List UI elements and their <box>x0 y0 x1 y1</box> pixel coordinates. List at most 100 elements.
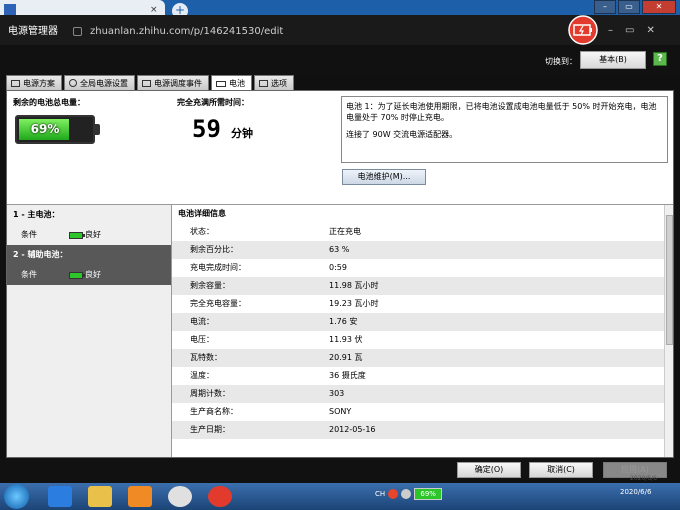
page-icon <box>11 79 20 87</box>
help-icon[interactable]: ? <box>653 52 667 66</box>
tray-icon-s[interactable] <box>388 489 399 499</box>
gear-icon <box>69 79 77 87</box>
detail-key: 生产日期： <box>190 425 230 434</box>
detail-value: 11.93 伏 <box>329 335 363 344</box>
tab-label: 电源方案 <box>23 78 55 88</box>
tab-label: 电池 <box>229 79 245 88</box>
battery-gauge-nub <box>95 124 100 135</box>
tray-battery-indicator[interactable]: 69% <box>414 488 443 500</box>
power-manager-window: 电源管理器 zhuanlan.zhihu.com/p/146241530/edi… <box>0 15 680 483</box>
app-minimize-button[interactable]: – <box>608 25 613 36</box>
detail-row: 电流： 1.76 安 <box>172 313 673 331</box>
condition-status: 良好 <box>85 270 101 279</box>
detail-key: 状态： <box>190 227 214 236</box>
address-url[interactable]: zhuanlan.zhihu.com/p/146241530/edit <box>90 26 283 37</box>
maximize-button[interactable]: ▭ <box>618 0 640 14</box>
power-manager-taskbar-icon[interactable] <box>208 486 232 507</box>
detail-row: 剩余容量： 11.98 瓦小时 <box>172 277 673 295</box>
language-indicator[interactable]: CH <box>375 490 385 498</box>
detail-key: 瓦特数： <box>190 353 222 362</box>
battery-info-box: 电池 1：为了延长电池使用期限，已将电池设置成电池电量低于 50% 时开始充电，… <box>341 96 668 163</box>
info-adapter: 连接了 90W 交流电源适配器。 <box>346 130 458 139</box>
taskbar: CH 69% 2020/6/6 <box>0 483 680 510</box>
battery-status-icon <box>69 271 85 279</box>
detail-value: 36 摄氏度 <box>329 371 366 380</box>
chrome-icon[interactable] <box>168 486 192 507</box>
tab-label: 选项 <box>271 78 287 88</box>
app-title: 电源管理器 <box>8 26 58 37</box>
battery-header: 1 - 主电池： <box>13 210 60 219</box>
check-icon <box>259 79 268 87</box>
battery-app-icon <box>568 15 598 45</box>
tab-schedule-events[interactable]: 电源调度事件 <box>137 75 209 90</box>
tab-power-plans[interactable]: 电源方案 <box>6 75 62 90</box>
detail-row: 电压： 11.93 伏 <box>172 331 673 349</box>
details-table: 状态： 正在充电 剩余百分比： 63 % 充电完成时间： 0:59 剩余容量： 11.9… <box>172 223 673 439</box>
cancel-button[interactable]: 取消(C) <box>529 462 593 478</box>
app-close-button[interactable]: ✕ <box>646 25 654 36</box>
detail-row: 完全充电容量： 19.23 瓦小时 <box>172 295 673 313</box>
tab-label: 电源调度事件 <box>154 78 202 88</box>
lock-icon <box>73 27 82 36</box>
browser-window-controls: – ▭ ✕ <box>594 0 676 14</box>
detail-key: 充电完成时间： <box>190 263 246 272</box>
mode-switch-row: 切换到： 基本(B) ? <box>0 45 680 75</box>
detail-value: 正在充电 <box>329 227 361 236</box>
battery-percent: 69% <box>30 122 60 136</box>
detail-value: 19.23 瓦小时 <box>329 299 379 308</box>
battery-tab-content: 剩余的电池总电量： 69% 完全充满所需时间： 59 分钟 电池 1：为了延长电… <box>6 90 674 458</box>
detail-row: 周期计数： 303 <box>172 385 673 403</box>
details-scrollbar[interactable] <box>664 205 673 457</box>
charge-time-unit: 分钟 <box>231 127 253 140</box>
folder-icon[interactable] <box>88 486 112 507</box>
detail-row: 生产日期： 2012-05-16 <box>172 421 673 439</box>
details-title: 电池详细信息 <box>178 209 226 218</box>
detail-value: 1.76 安 <box>329 317 358 326</box>
battery-condition-row: 条件 良好 <box>7 225 171 245</box>
detail-row: 剩余百分比： 63 % <box>172 241 673 259</box>
condition-status: 良好 <box>85 230 101 239</box>
detail-key: 电流： <box>190 317 214 326</box>
detail-value: 63 % <box>329 245 350 254</box>
detail-key: 电压： <box>190 335 214 344</box>
tray-icon-gear[interactable] <box>401 489 412 499</box>
battery-condition-row: 条件 良好 <box>7 265 171 285</box>
ie-icon[interactable] <box>48 486 72 507</box>
close-button[interactable]: ✕ <box>642 0 676 14</box>
condition-label: 条件 <box>21 230 37 239</box>
page-icon <box>142 79 151 87</box>
battery-icon <box>216 80 226 87</box>
media-player-icon[interactable] <box>128 486 152 507</box>
detail-key: 周期计数： <box>190 389 230 398</box>
switch-basic-button[interactable]: 基本(B) <box>580 51 646 69</box>
ok-button[interactable]: 确定(O) <box>457 462 521 478</box>
battery-list: 1 - 主电池： 条件 良好 2 - 辅助电池： 条件 良好 <box>7 204 171 457</box>
tab-global-settings[interactable]: 全局电源设置 <box>64 75 135 90</box>
scroll-thumb[interactable] <box>666 215 673 345</box>
detail-value: 0:59 <box>329 263 347 272</box>
start-button[interactable] <box>4 484 29 509</box>
battery-maintenance-button[interactable]: 电池维护(M)... <box>342 169 426 185</box>
detail-key: 生产商名称： <box>190 407 238 416</box>
minimize-button[interactable]: – <box>594 0 616 14</box>
battery-item-secondary[interactable]: 2 - 辅助电池： 条件 良好 <box>7 245 171 285</box>
battery-details-panel: 电池详细信息 状态： 正在充电 剩余百分比： 63 % 充电完成时间： 0:59 剩余… <box>171 204 673 457</box>
detail-row: 充电完成时间： 0:59 <box>172 259 673 277</box>
detail-key: 温度： <box>190 371 214 380</box>
tab-options[interactable]: 选项 <box>254 75 294 90</box>
battery-status-icon <box>69 231 85 239</box>
tab-label: 全局电源设置 <box>80 78 128 88</box>
watermark-date: 2020/6/6 <box>630 475 657 482</box>
battery-header: 2 - 辅助电池： <box>13 250 68 259</box>
clock[interactable]: 2020/6/6 <box>620 488 651 496</box>
detail-value: 2012-05-16 <box>329 425 376 434</box>
battery-gauge: 69% <box>15 115 95 144</box>
tab-close-icon[interactable]: × <box>150 5 158 15</box>
detail-key: 完全充电容量： <box>190 299 246 308</box>
battery-item-main[interactable]: 1 - 主电池： 条件 良好 <box>7 205 171 245</box>
app-maximize-button[interactable]: ▭ <box>625 25 634 36</box>
detail-value: 11.98 瓦小时 <box>329 281 379 290</box>
tab-battery[interactable]: 电池 <box>211 75 252 91</box>
remaining-label: 剩余的电池总电量： <box>13 98 85 107</box>
system-tray: CH 69% <box>375 488 443 500</box>
